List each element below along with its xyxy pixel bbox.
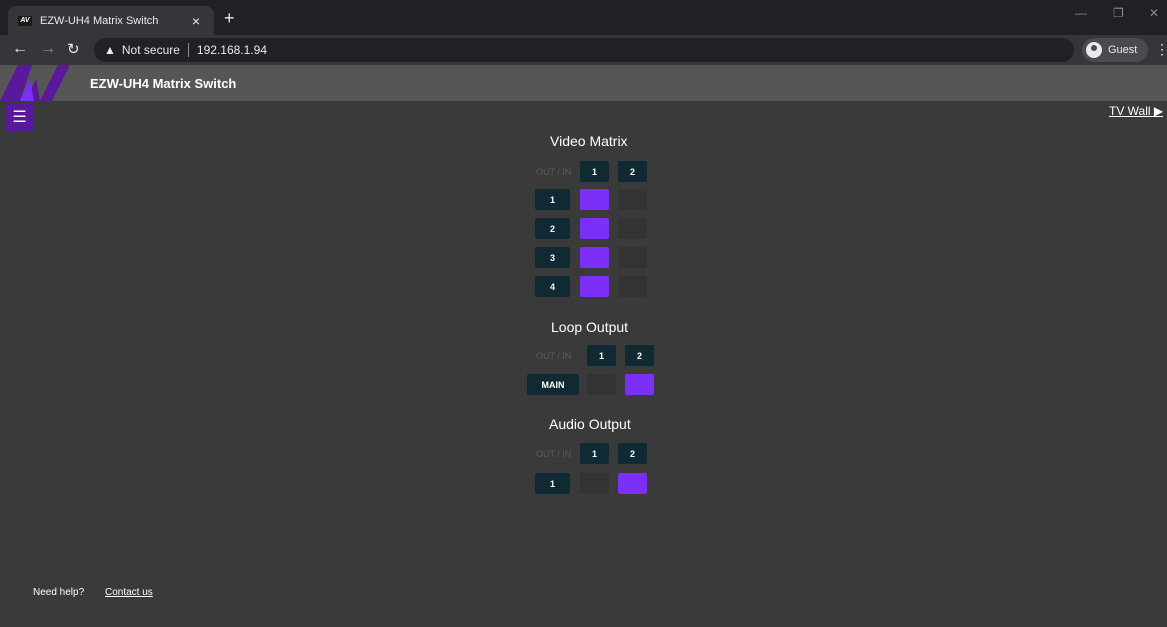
forward-icon[interactable]: → xyxy=(40,40,56,58)
video-o1-i1-cell[interactable] xyxy=(580,189,609,210)
omnibox[interactable]: ▲ Not secure 192.168.1.94 xyxy=(94,38,1074,62)
video-o2-i1-cell[interactable] xyxy=(580,218,609,239)
favicon-icon: AV xyxy=(18,15,32,26)
loop-input-1-button[interactable]: 1 xyxy=(587,345,616,366)
audio-input-2-button[interactable]: 2 xyxy=(618,443,647,464)
audio-output-title: Audio Output xyxy=(549,416,631,432)
loop-output-title: Loop Output xyxy=(551,319,629,335)
audio-output-1-button[interactable]: 1 xyxy=(535,473,570,494)
hamburger-menu-button[interactable]: ☰ xyxy=(5,103,34,131)
video-input-2-button[interactable]: 2 xyxy=(618,161,647,182)
browser-tab-bar: AV EZW-UH4 Matrix Switch × + — ❐ ✕ xyxy=(0,0,1167,35)
video-matrix-title: Video Matrix xyxy=(550,133,628,149)
warning-icon[interactable]: ▲ xyxy=(104,43,116,57)
close-tab-icon[interactable]: × xyxy=(188,13,204,29)
video-output-3-button[interactable]: 3 xyxy=(535,247,570,268)
contact-us-link[interactable]: Contact us xyxy=(105,587,153,598)
minimize-icon[interactable]: — xyxy=(1075,6,1087,20)
video-o3-i2-cell[interactable] xyxy=(618,247,647,268)
audio-output-header-label: OUT / IN xyxy=(536,449,572,459)
tv-wall-link[interactable]: TV Wall ▶ xyxy=(1109,104,1163,118)
browser-menu-icon[interactable]: ⋮ xyxy=(1155,41,1167,58)
profile-button[interactable]: Guest xyxy=(1082,38,1148,62)
omnibox-divider xyxy=(187,43,189,57)
loop-output-main-button[interactable]: MAIN xyxy=(527,374,579,395)
back-icon[interactable]: ← xyxy=(12,40,28,58)
profile-icon xyxy=(1086,42,1102,58)
video-o1-i2-cell[interactable] xyxy=(618,189,647,210)
browser-tab[interactable]: AV EZW-UH4 Matrix Switch × xyxy=(8,6,214,35)
video-input-1-button[interactable]: 1 xyxy=(580,161,609,182)
restore-icon[interactable]: ❐ xyxy=(1113,6,1124,20)
video-o4-i2-cell[interactable] xyxy=(618,276,647,297)
reload-icon[interactable]: ↻ xyxy=(67,40,80,58)
help-text: Need help? xyxy=(33,587,85,598)
page-title: EZW-UH4 Matrix Switch xyxy=(90,76,237,91)
loop-main-i1-cell[interactable] xyxy=(587,374,616,395)
security-label[interactable]: Not secure xyxy=(122,43,180,57)
video-o3-i1-cell[interactable] xyxy=(580,247,609,268)
video-output-2-button[interactable]: 2 xyxy=(535,218,570,239)
brand-logo xyxy=(0,65,70,101)
address-bar: ← → ↻ ▲ Not secure 192.168.1.94 Guest ⋮ xyxy=(0,35,1167,65)
audio-o1-i2-cell[interactable] xyxy=(618,473,647,494)
url-text[interactable]: 192.168.1.94 xyxy=(197,43,267,57)
audio-o1-i1-cell[interactable] xyxy=(580,473,609,494)
loop-main-i2-cell[interactable] xyxy=(625,374,654,395)
video-output-4-button[interactable]: 4 xyxy=(535,276,570,297)
video-o4-i1-cell[interactable] xyxy=(580,276,609,297)
video-output-1-button[interactable]: 1 xyxy=(535,189,570,210)
video-matrix-header-label: OUT / IN xyxy=(536,167,572,177)
video-o2-i2-cell[interactable] xyxy=(618,218,647,239)
loop-input-2-button[interactable]: 2 xyxy=(625,345,654,366)
close-window-icon[interactable]: ✕ xyxy=(1149,6,1159,20)
loop-output-header-label: OUT / IN xyxy=(536,351,572,361)
audio-input-1-button[interactable]: 1 xyxy=(580,443,609,464)
profile-label: Guest xyxy=(1108,44,1138,56)
tab-title: EZW-UH4 Matrix Switch xyxy=(40,14,159,27)
new-tab-button[interactable]: + xyxy=(224,8,235,29)
